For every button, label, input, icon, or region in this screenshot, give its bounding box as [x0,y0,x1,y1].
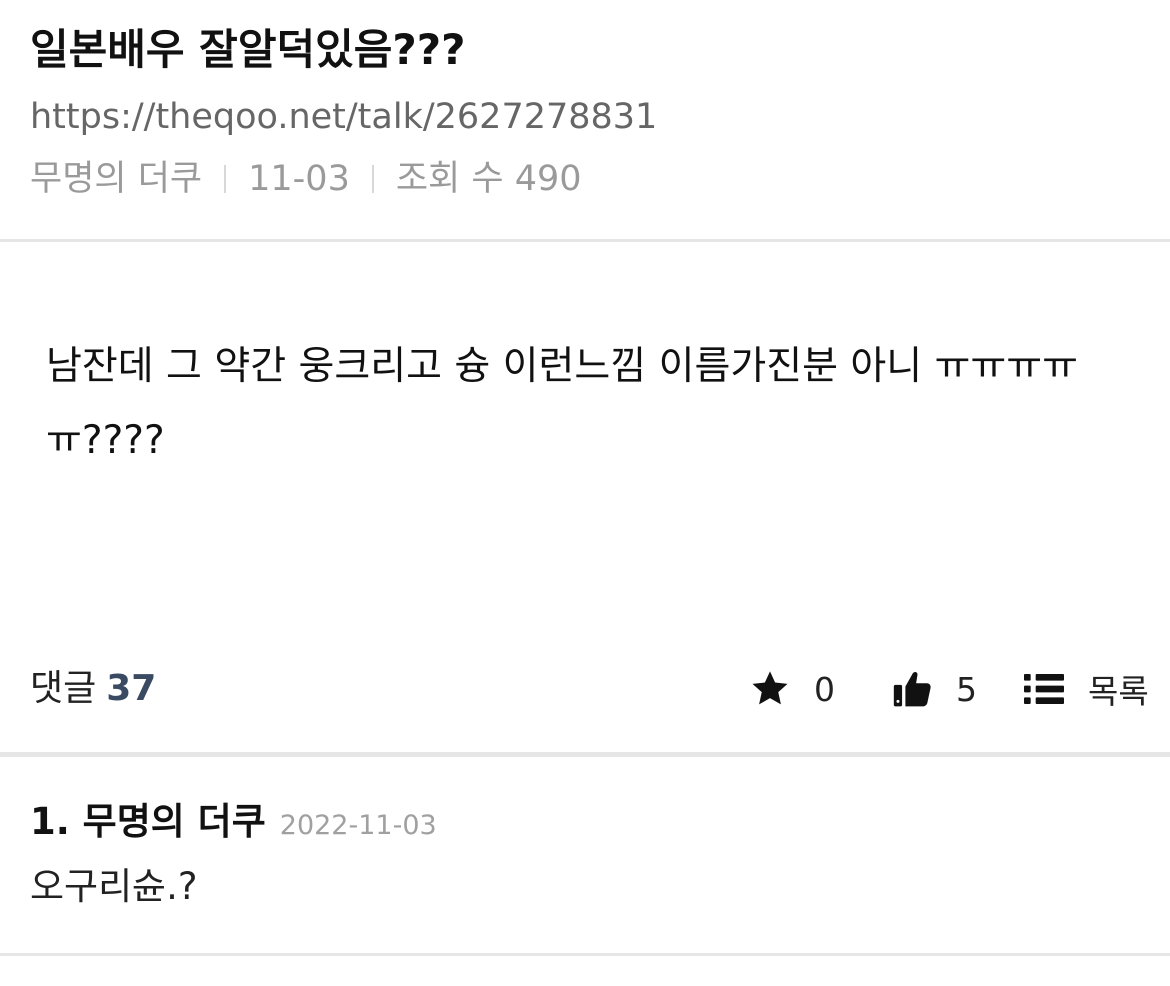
post-meta: 무명의 더쿠 11-03 조회 수 490 [30,156,582,202]
post-title: 일본배우 잘알덕있음??? [30,25,466,74]
list-label: 목록 [1088,672,1149,711]
meta-separator [371,165,374,193]
post-body: 남잔데 그 약간 웅크리고 슝 이런느낌 이름가진분 아니 ㅠㅠㅠㅠㅠ???? [46,344,1079,463]
header-divider [0,239,1170,242]
post-header: 일본배우 잘알덕있음??? https://theqoo.net/talk/26… [0,0,1170,240]
comment-count[interactable]: 댓글 37 [30,666,156,712]
like-button[interactable]: 5 [892,666,977,712]
post-author: 무명의 더쿠 [30,159,203,199]
like-count: 5 [956,669,977,709]
star-button[interactable]: 0 [750,666,835,712]
star-count: 0 [814,669,835,709]
post-date: 11-03 [248,159,350,199]
comment-author: 1. 무명의 더쿠 [30,800,266,843]
comment-divider [0,953,1170,956]
meta-separator [224,165,227,193]
comment-item: 1. 무명의 더쿠 2022-11-03 오구리슌.? [0,757,1170,953]
star-icon [752,671,788,705]
list-button[interactable]: 목록 [1024,666,1149,712]
comment-count-number: 37 [106,668,157,709]
action-bar: 댓글 37 0 5 목록 [0,652,1170,724]
comment-count-label: 댓글 [30,668,97,709]
post-views: 조회 수 490 [395,159,582,199]
list-icon [1024,674,1064,704]
thumbs-up-icon [893,671,931,707]
post-url[interactable]: https://theqoo.net/talk/2627278831 [30,94,657,140]
comment-header: 1. 무명의 더쿠 2022-11-03 [30,791,437,845]
comment-text: 오구리슌.? [30,865,198,908]
comment-date: 2022-11-03 [279,810,437,841]
